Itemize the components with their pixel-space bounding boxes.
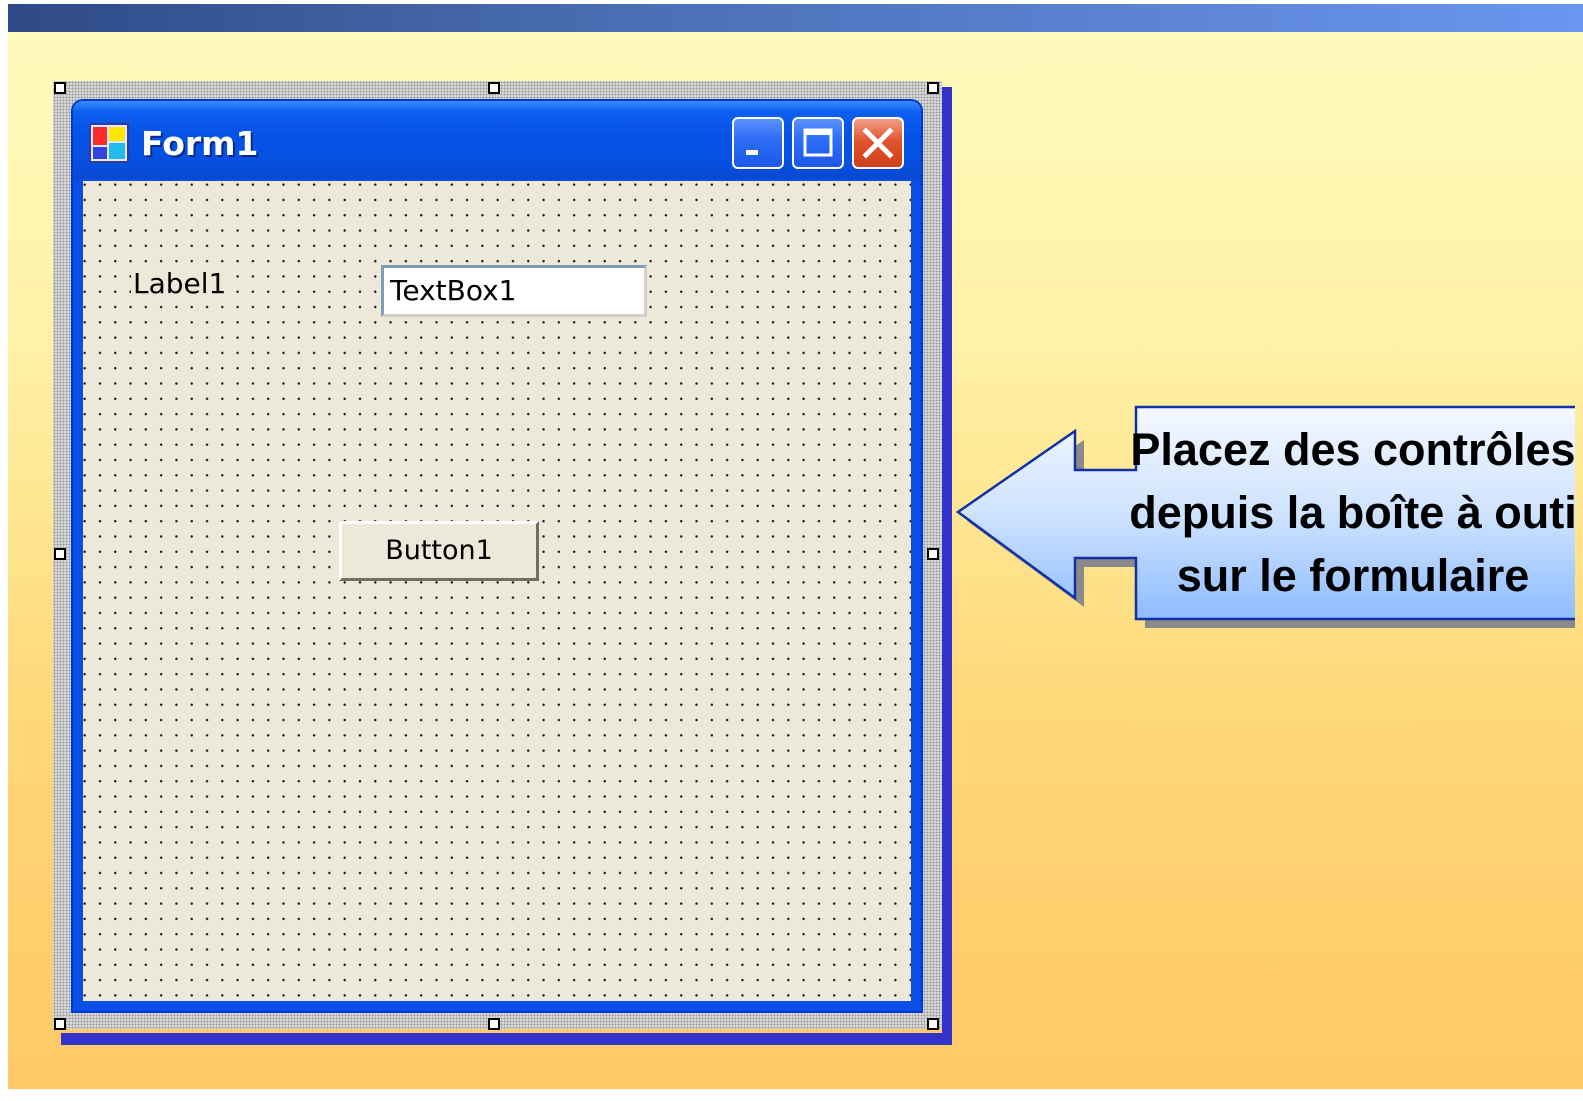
form-client-area[interactable]: Label1 TextBox1 Button1 xyxy=(83,181,911,1001)
minimize-icon xyxy=(746,150,758,155)
form-window[interactable]: Form1 Label1 TextBox1 Button1 xyxy=(71,99,923,1013)
callout-text: Placez des contrôles depuis la boîte à o… xyxy=(1122,418,1583,607)
resize-handle-bottom-right[interactable] xyxy=(927,1018,939,1030)
form-app-icon xyxy=(89,123,129,163)
minimize-button[interactable] xyxy=(732,117,784,169)
resize-handle-top[interactable] xyxy=(488,82,500,94)
resize-handle-top-left[interactable] xyxy=(54,82,66,94)
form-titlebar[interactable]: Form1 xyxy=(73,101,921,179)
callout-line-2: depuis la boîte à outi xyxy=(1129,487,1577,538)
maximize-button[interactable] xyxy=(792,117,844,169)
resize-handle-top-right[interactable] xyxy=(927,82,939,94)
textbox1[interactable]: TextBox1 xyxy=(381,265,647,317)
resize-handle-bottom[interactable] xyxy=(488,1018,500,1030)
callout-line-1: Placez des contrôles xyxy=(1130,424,1576,475)
slide-header-bar xyxy=(8,4,1583,32)
close-button[interactable] xyxy=(852,117,904,169)
close-icon xyxy=(862,127,894,159)
form-title: Form1 xyxy=(141,124,259,163)
designer-shadow-bottom xyxy=(61,1033,952,1045)
resize-handle-right[interactable] xyxy=(927,548,939,560)
maximize-icon xyxy=(803,128,833,157)
resize-handle-bottom-left[interactable] xyxy=(54,1018,66,1030)
callout-line-3: sur le formulaire xyxy=(1176,550,1530,601)
label1: Label1 xyxy=(131,267,229,300)
button1[interactable]: Button1 xyxy=(339,521,539,581)
resize-handle-left[interactable] xyxy=(54,548,66,560)
